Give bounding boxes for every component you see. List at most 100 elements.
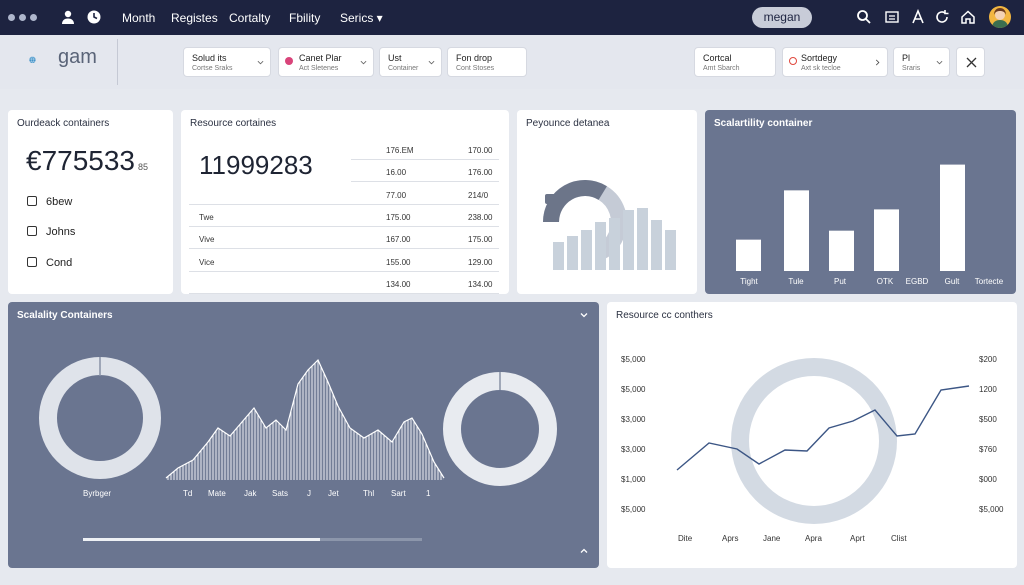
scalability-bar-chart: Tight Tule Put OTK EGBD Gult Tortecte	[736, 164, 1004, 286]
perf-bar	[623, 210, 634, 270]
table-row-divider	[189, 225, 499, 227]
bar-tule	[784, 190, 809, 271]
table-row-label: Vive	[199, 235, 215, 245]
option-label: Cond	[46, 257, 73, 269]
refresh-icon[interactable]	[934, 9, 950, 25]
user-pill[interactable]: megan	[752, 7, 812, 28]
card-performance: Peyounce detanea	[517, 110, 697, 294]
bar-tick-label: EGBD	[906, 277, 929, 286]
x-tick: Dite	[678, 534, 693, 543]
close-filter-button[interactable]	[956, 47, 985, 77]
text-format-icon[interactable]	[910, 9, 926, 25]
nav-registes[interactable]: Registes	[171, 11, 218, 25]
avatar-image	[992, 8, 1008, 28]
chip-line1: Canet Plar	[299, 53, 342, 63]
perf-bar	[665, 230, 676, 270]
chip-line1: Fon drop	[456, 53, 493, 63]
progress-track[interactable]	[83, 538, 422, 541]
chip-line1: Pl	[902, 53, 911, 63]
chip-line2: Cont Stoses	[456, 65, 495, 72]
filter-chip-pl[interactable]: Pl Sraris	[893, 47, 950, 77]
perf-bar	[553, 242, 564, 270]
main-x-label: Mate	[208, 489, 226, 498]
checkbox-icon	[27, 196, 37, 206]
chip-line2: Sraris	[902, 65, 921, 72]
search-icon[interactable]	[856, 9, 872, 25]
table-row-label: Vice	[199, 257, 215, 267]
perf-bar	[567, 236, 578, 270]
table-cell: 175.00	[386, 212, 411, 222]
option-6bew[interactable]: 6bew	[27, 196, 72, 208]
x-tick: Aprs	[722, 534, 739, 543]
chip-line2: Cortse Sraks	[192, 65, 233, 72]
card-scalability-bars: Scalartility container Tight Tule Put OTK EG…	[705, 110, 1016, 294]
bar-put	[829, 230, 854, 271]
option-johns[interactable]: Johns	[27, 226, 75, 238]
home-icon[interactable]	[960, 9, 976, 25]
nav-fbility[interactable]: Fbility	[289, 11, 320, 25]
y-tick-left: $3,000	[621, 415, 646, 424]
hatched-area-chart	[165, 358, 445, 480]
user-icon[interactable]	[60, 9, 76, 25]
gauge-fill	[543, 180, 607, 223]
x-tick: Clist	[891, 534, 907, 543]
nav-cortalty[interactable]: Cortalty	[229, 11, 270, 25]
card-title: Ourdeack containers	[17, 118, 110, 129]
table-cell: 176.EM	[386, 146, 414, 155]
series-line	[676, 385, 970, 471]
perf-bar	[581, 230, 592, 270]
filter-chip-cortcal[interactable]: Cortcal Amt Sbarch	[694, 47, 776, 77]
filter-chip-ust[interactable]: Ust Container	[379, 47, 442, 77]
filter-chip-solud[interactable]: Solud its Cortse Sraks	[183, 47, 271, 77]
option-cond[interactable]: Cond	[27, 257, 72, 269]
main-x-label: J	[307, 489, 311, 498]
x-tick: Aprt	[850, 534, 865, 543]
card-scalability-main: Scalality Containers Byrbger Td Mate Jak Sa…	[8, 302, 599, 568]
y-tick-right: $500	[979, 415, 997, 424]
logo-text: gam	[58, 46, 97, 68]
table-cell: 170.00	[468, 146, 493, 155]
y-tick-left: $5,000	[621, 355, 646, 364]
nav-month[interactable]: Month	[122, 11, 155, 25]
main-x-label: Thl	[363, 489, 375, 498]
nav-serics[interactable]: Serics ▾	[340, 11, 383, 25]
checkbox-icon	[27, 226, 37, 236]
card-title: Peyounce detanea	[526, 118, 610, 129]
filter-chip-fon-drop[interactable]: Fon drop Cont Stoses	[447, 47, 527, 77]
outback-unit: 85	[138, 162, 149, 172]
top-nav: Month Registes Cortalty Fbility Serics ▾…	[0, 0, 1024, 35]
main-x-label: Td	[183, 489, 193, 498]
list-icon[interactable]	[884, 9, 900, 25]
background-ring	[731, 358, 897, 524]
chip-line2: Container	[388, 65, 419, 72]
chip-line1: Ust	[388, 53, 402, 63]
table-cell: 16.00	[386, 168, 407, 178]
chip-line1: Cortcal	[703, 53, 732, 63]
window-dots-icon[interactable]	[8, 14, 37, 21]
x-tick: Jane	[763, 534, 781, 543]
filter-chip-canet[interactable]: Canet Plar Act Sletenes	[278, 47, 374, 77]
table-cell: 175.00	[468, 235, 493, 245]
resource-value: 11999283	[199, 150, 313, 180]
main-x-label: Sats	[272, 489, 289, 498]
outback-value-text: €775533	[26, 145, 136, 176]
main-x-label: Jak	[244, 489, 257, 498]
close-icon	[966, 57, 977, 68]
y-tick-right: $000	[979, 475, 997, 484]
perf-bar	[609, 218, 620, 270]
chip-line2: Amt Sbarch	[703, 65, 740, 72]
card-resource-containers: Resource cortaines 11999283 176.EM 170.00…	[181, 110, 509, 294]
table-row-divider	[351, 181, 499, 183]
right-donut	[443, 372, 557, 486]
filter-chip-sortdegy[interactable]: Sortdegy Axt sk tecloe	[782, 47, 888, 77]
option-label: 6bew	[46, 196, 73, 208]
x-tick: Apra	[805, 534, 822, 543]
card-outback-containers: Ourdeack containers €775533 85 6bew Johns…	[8, 110, 173, 294]
clock-icon[interactable]	[86, 9, 102, 25]
bar-tight	[736, 239, 761, 271]
globe-logo-icon	[29, 56, 36, 64]
y-tick-left: $1,000	[621, 475, 646, 484]
progress-fill	[83, 538, 321, 541]
avatar[interactable]	[989, 6, 1011, 28]
chevron-up-icon[interactable]	[579, 546, 589, 556]
